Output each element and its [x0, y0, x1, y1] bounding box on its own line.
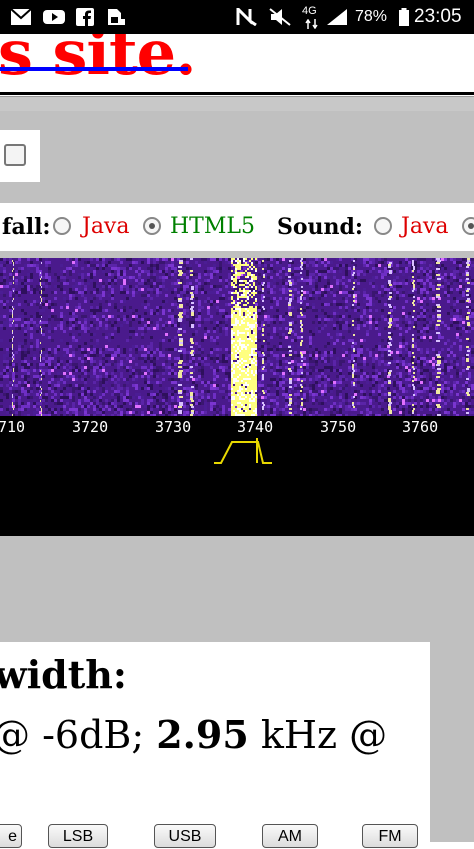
- status-bar: 4G 78% 23:05: [0, 0, 474, 34]
- sound-java-radio[interactable]: [374, 217, 392, 235]
- battery-percent: 78%: [355, 8, 388, 25]
- waterfall-java-radio[interactable]: [53, 217, 71, 235]
- battery-icon: [399, 8, 409, 26]
- title-bar: s site.: [0, 34, 474, 96]
- waterfall-java-label[interactable]: Java: [82, 203, 129, 251]
- bandwidth-panel: width: @ -6dB; 2.95 kHz @: [0, 642, 430, 842]
- sound-label: Sound:: [277, 214, 364, 240]
- scale-label: 3720: [72, 418, 109, 436]
- mode-button-cw[interactable]: e: [0, 824, 22, 848]
- mode-button-am[interactable]: AM: [262, 824, 318, 848]
- clock: 23:05: [414, 6, 462, 27]
- option-checkbox[interactable]: [4, 144, 26, 166]
- scale-label: 3750: [320, 418, 357, 436]
- scale-label: 3760: [402, 418, 439, 436]
- sim-card-icon: [108, 9, 125, 25]
- waterfall-html5-radio[interactable]: [143, 217, 161, 235]
- youtube-icon: [43, 10, 65, 24]
- mode-button-fm[interactable]: FM: [362, 824, 418, 848]
- display-options: fall: Java HTML5 Sound: Java: [0, 203, 474, 251]
- mode-button-usb[interactable]: USB: [154, 824, 216, 848]
- frequency-scale[interactable]: 710 3720 3730 3740 3750 3760: [0, 416, 474, 438]
- passband-display[interactable]: [0, 438, 474, 536]
- waterfall-label: fall:: [2, 214, 51, 240]
- waterfall-display[interactable]: [0, 258, 474, 416]
- bandwidth-title: width:: [0, 652, 127, 697]
- sound-html5-radio[interactable]: [462, 217, 474, 235]
- page-title[interactable]: s site.: [0, 34, 197, 89]
- bandwidth-value: 2.95: [156, 712, 249, 757]
- scale-label: 3740: [237, 418, 274, 436]
- divider: [0, 92, 474, 95]
- network-arrows-icon: [305, 19, 318, 29]
- title-link-underline: [0, 67, 188, 71]
- waterfall-html5-label[interactable]: HTML5: [170, 203, 255, 251]
- nfc-icon: [236, 8, 257, 26]
- passband-shape[interactable]: [0, 438, 474, 536]
- panel-strip: [0, 96, 474, 111]
- scale-label: 3730: [155, 418, 192, 436]
- gmail-icon: [10, 8, 32, 25]
- signal-icon: [327, 9, 347, 25]
- bandwidth-prefix: @ -6dB;: [0, 713, 157, 757]
- sound-java-label[interactable]: Java: [401, 203, 448, 251]
- network-4g-icon: 4G: [302, 5, 317, 17]
- mute-icon: [269, 8, 291, 26]
- bandwidth-suffix: kHz @: [248, 713, 388, 757]
- mode-button-lsb[interactable]: LSB: [48, 824, 108, 848]
- scale-label: 710: [0, 418, 26, 436]
- bandwidth-value-line: @ -6dB; 2.95 kHz @: [0, 712, 387, 757]
- facebook-icon: [76, 8, 94, 26]
